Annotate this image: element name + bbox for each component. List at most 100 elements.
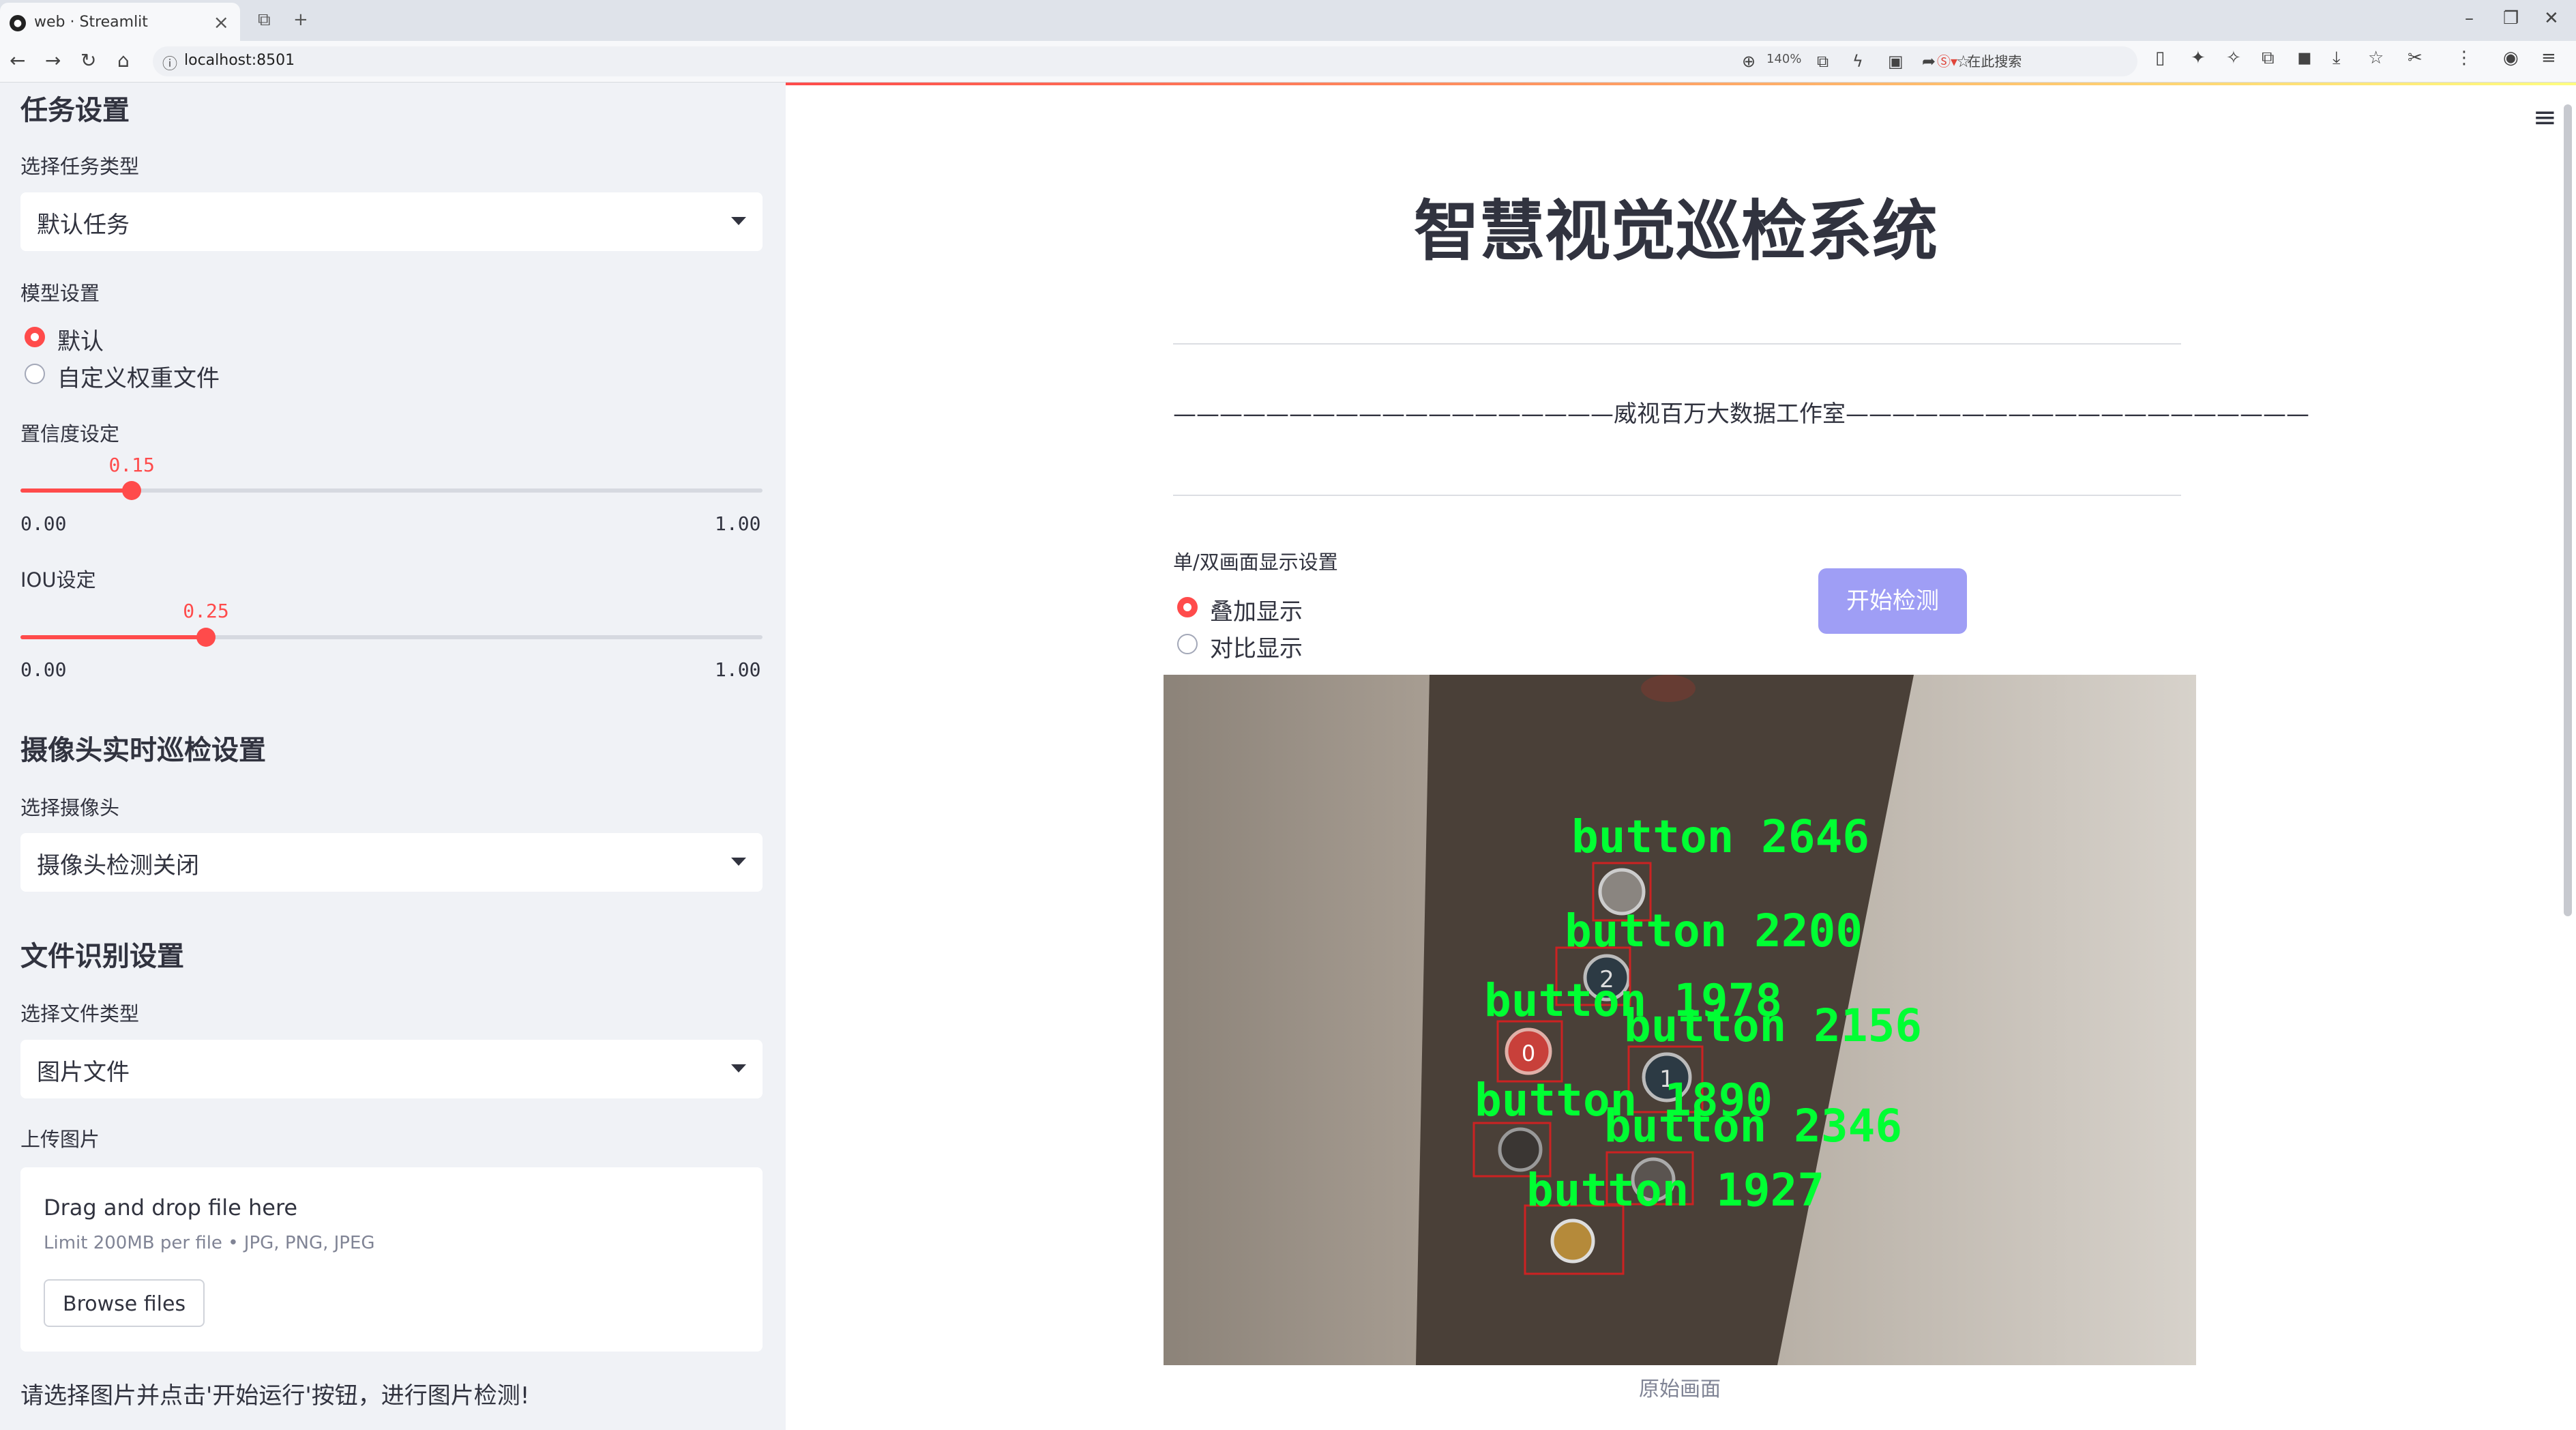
browser-tab[interactable]: ● web · Streamlit × (0, 3, 240, 41)
radio-unselected-icon[interactable] (1177, 634, 1198, 654)
sidebar-instruction: 请选择图片并点击'开始运行'按钮，进行图片检测! (20, 1382, 530, 1410)
streamlit-favicon-icon: ● (10, 15, 26, 31)
restore-icon[interactable]: ❐ (2503, 8, 2519, 29)
browser-tab-bar: ● web · Streamlit × ⧉ + – ❐ ✕ (0, 0, 2576, 41)
task-type-value: 默认任务 (37, 211, 130, 239)
main-content: ≡ 智慧视觉巡检系统 ———————————————————威视百万大数据工作室… (786, 83, 2576, 1430)
divider (1173, 343, 2181, 345)
browser-menu-icon[interactable]: ≡ (2541, 48, 2556, 68)
forward-icon[interactable]: → (45, 49, 61, 72)
back-icon[interactable]: ← (10, 49, 25, 72)
tab-close-icon[interactable]: × (213, 11, 229, 33)
chevron-down-icon (731, 858, 746, 866)
iou-value: 0.25 (183, 600, 229, 622)
drag-drop-text: Drag and drop file here (44, 1195, 298, 1221)
address-bar[interactable]: ⓘ localhost:8501 ⊕ 140% ⧉ ϟ ▣ ➦ ☆ (153, 46, 2137, 76)
slider-thumb[interactable] (122, 481, 142, 500)
upload-limit-text: Limit 200MB per file • JPG, PNG, JPEG (44, 1233, 375, 1253)
detection-result-image: 2 0 1 button 2646 button 2200 button 197… (1164, 675, 2196, 1365)
search-engine-box[interactable]: Ⓢ▾ 在此搜索 (1937, 50, 2142, 72)
search-box-label: 在此搜索 (1967, 53, 2022, 70)
extension-icon[interactable]: ✦ (2191, 48, 2206, 68)
page-title: 智慧视觉巡检系统 (1414, 193, 1938, 269)
iou-slider[interactable] (20, 628, 763, 647)
minimize-icon[interactable]: – (2465, 8, 2474, 29)
iou-min: 0.00 (20, 658, 67, 681)
svg-text:0: 0 (1522, 1040, 1535, 1066)
detection-label: button 1927 (1526, 1164, 1824, 1216)
url-text[interactable]: localhost:8501 (184, 52, 295, 69)
task-type-select[interactable]: 默认任务 (20, 192, 763, 251)
panel-button: 0 (1505, 1027, 1552, 1075)
mobile-icon[interactable]: ▯ (2155, 48, 2165, 68)
radio-label: 叠加显示 (1210, 598, 1303, 626)
elevator-panel-image: 2 0 1 button 2646 button 2200 button 197… (1164, 675, 2196, 1365)
search-engine-icon[interactable]: Ⓢ▾ (1937, 53, 1957, 70)
slider-fill (20, 635, 206, 639)
scrollbar[interactable] (2564, 104, 2572, 916)
new-tab-icon[interactable]: + (293, 10, 308, 30)
extension-icon[interactable]: ◼ (2297, 48, 2312, 68)
download-icon[interactable]: ⤓ (2333, 48, 2341, 69)
share-icon[interactable]: ➦ (1922, 52, 1936, 71)
confidence-min: 0.00 (20, 512, 67, 535)
file-type-label: 选择文件类型 (20, 1002, 140, 1025)
file-uploader-dropzone[interactable]: Drag and drop file here Limit 200MB per … (20, 1167, 763, 1352)
lightning-icon[interactable]: ϟ (1852, 52, 1863, 71)
radio-label: 自定义权重文件 (57, 365, 220, 392)
model-settings-label: 模型设置 (20, 282, 100, 305)
camera-select[interactable]: 摄像头检测关闭 (20, 833, 763, 892)
divider (1173, 495, 2181, 496)
reload-icon[interactable]: ↻ (80, 49, 96, 72)
camera-value: 摄像头检测关闭 (37, 852, 199, 879)
site-info-icon[interactable]: ⓘ (162, 52, 177, 74)
detection-label: button 2646 (1571, 811, 1869, 863)
panel-button (1550, 1219, 1595, 1264)
task-type-label: 选择任务类型 (20, 155, 140, 178)
camera-label: 选择摄像头 (20, 796, 120, 819)
translate-icon[interactable]: ⧉ (1817, 52, 1829, 71)
radio-selected-icon[interactable] (1177, 597, 1198, 617)
header-decoration (786, 83, 2576, 85)
translate-ext-icon[interactable]: ⧉ (2262, 48, 2275, 69)
confidence-label: 置信度设定 (20, 422, 120, 446)
tab-title: web · Streamlit (34, 14, 148, 31)
image-caption: 原始画面 (1639, 1377, 1721, 1401)
confidence-max: 1.00 (715, 512, 761, 535)
confidence-slider[interactable] (20, 481, 763, 500)
upload-label: 上传图片 (20, 1128, 100, 1151)
extension-icon[interactable]: ✧ (2226, 48, 2241, 68)
file-type-select[interactable]: 图片文件 (20, 1040, 763, 1098)
scissors-icon[interactable]: ✂ (2408, 48, 2423, 68)
chevron-down-icon (731, 1064, 746, 1072)
browser-toolbar: ← → ↻ ⌂ ⓘ localhost:8501 ⊕ 140% ⧉ ϟ ▣ ➦ … (0, 41, 2576, 83)
zoom-level: 140% (1766, 52, 1802, 66)
camera-settings-header: 摄像头实时巡检设置 (20, 735, 266, 766)
favorites-icon[interactable]: ☆ (2368, 48, 2384, 68)
confidence-value: 0.15 (108, 454, 155, 476)
radio-unselected-icon[interactable] (25, 364, 45, 384)
file-type-value: 图片文件 (37, 1059, 130, 1086)
home-icon[interactable]: ⌂ (117, 49, 130, 72)
window-close-icon[interactable]: ✕ (2544, 8, 2559, 29)
iou-max: 1.00 (715, 658, 761, 681)
radio-selected-icon[interactable] (25, 327, 45, 347)
iou-label: IOU设定 (20, 568, 96, 592)
slider-thumb[interactable] (196, 628, 216, 647)
chevron-down-icon (731, 217, 746, 225)
zoom-icon[interactable]: ⊕ (1742, 52, 1756, 71)
profile-avatar-icon[interactable]: ◉ (2503, 48, 2519, 68)
detection-label: button 2200 (1565, 905, 1863, 957)
screenshot-icon[interactable]: ▣ (1888, 52, 1904, 71)
studio-subtitle: ———————————————————威视百万大数据工作室———————————… (1173, 400, 2309, 428)
display-settings-label: 单/双画面显示设置 (1173, 551, 1338, 574)
browse-files-button[interactable]: Browse files (44, 1279, 205, 1327)
detection-label: button 2156 (1624, 999, 1922, 1052)
slider-fill (20, 488, 132, 493)
hamburger-menu-icon[interactable]: ≡ (2533, 100, 2557, 134)
tab-groups-icon[interactable]: ⧉ (258, 10, 271, 31)
start-detection-button[interactable]: 开始检测 (1818, 568, 1967, 634)
menu-dots-icon[interactable]: ⋮ (2455, 48, 2473, 68)
radio-label: 默认 (57, 328, 104, 355)
radio-label: 对比显示 (1210, 635, 1303, 662)
